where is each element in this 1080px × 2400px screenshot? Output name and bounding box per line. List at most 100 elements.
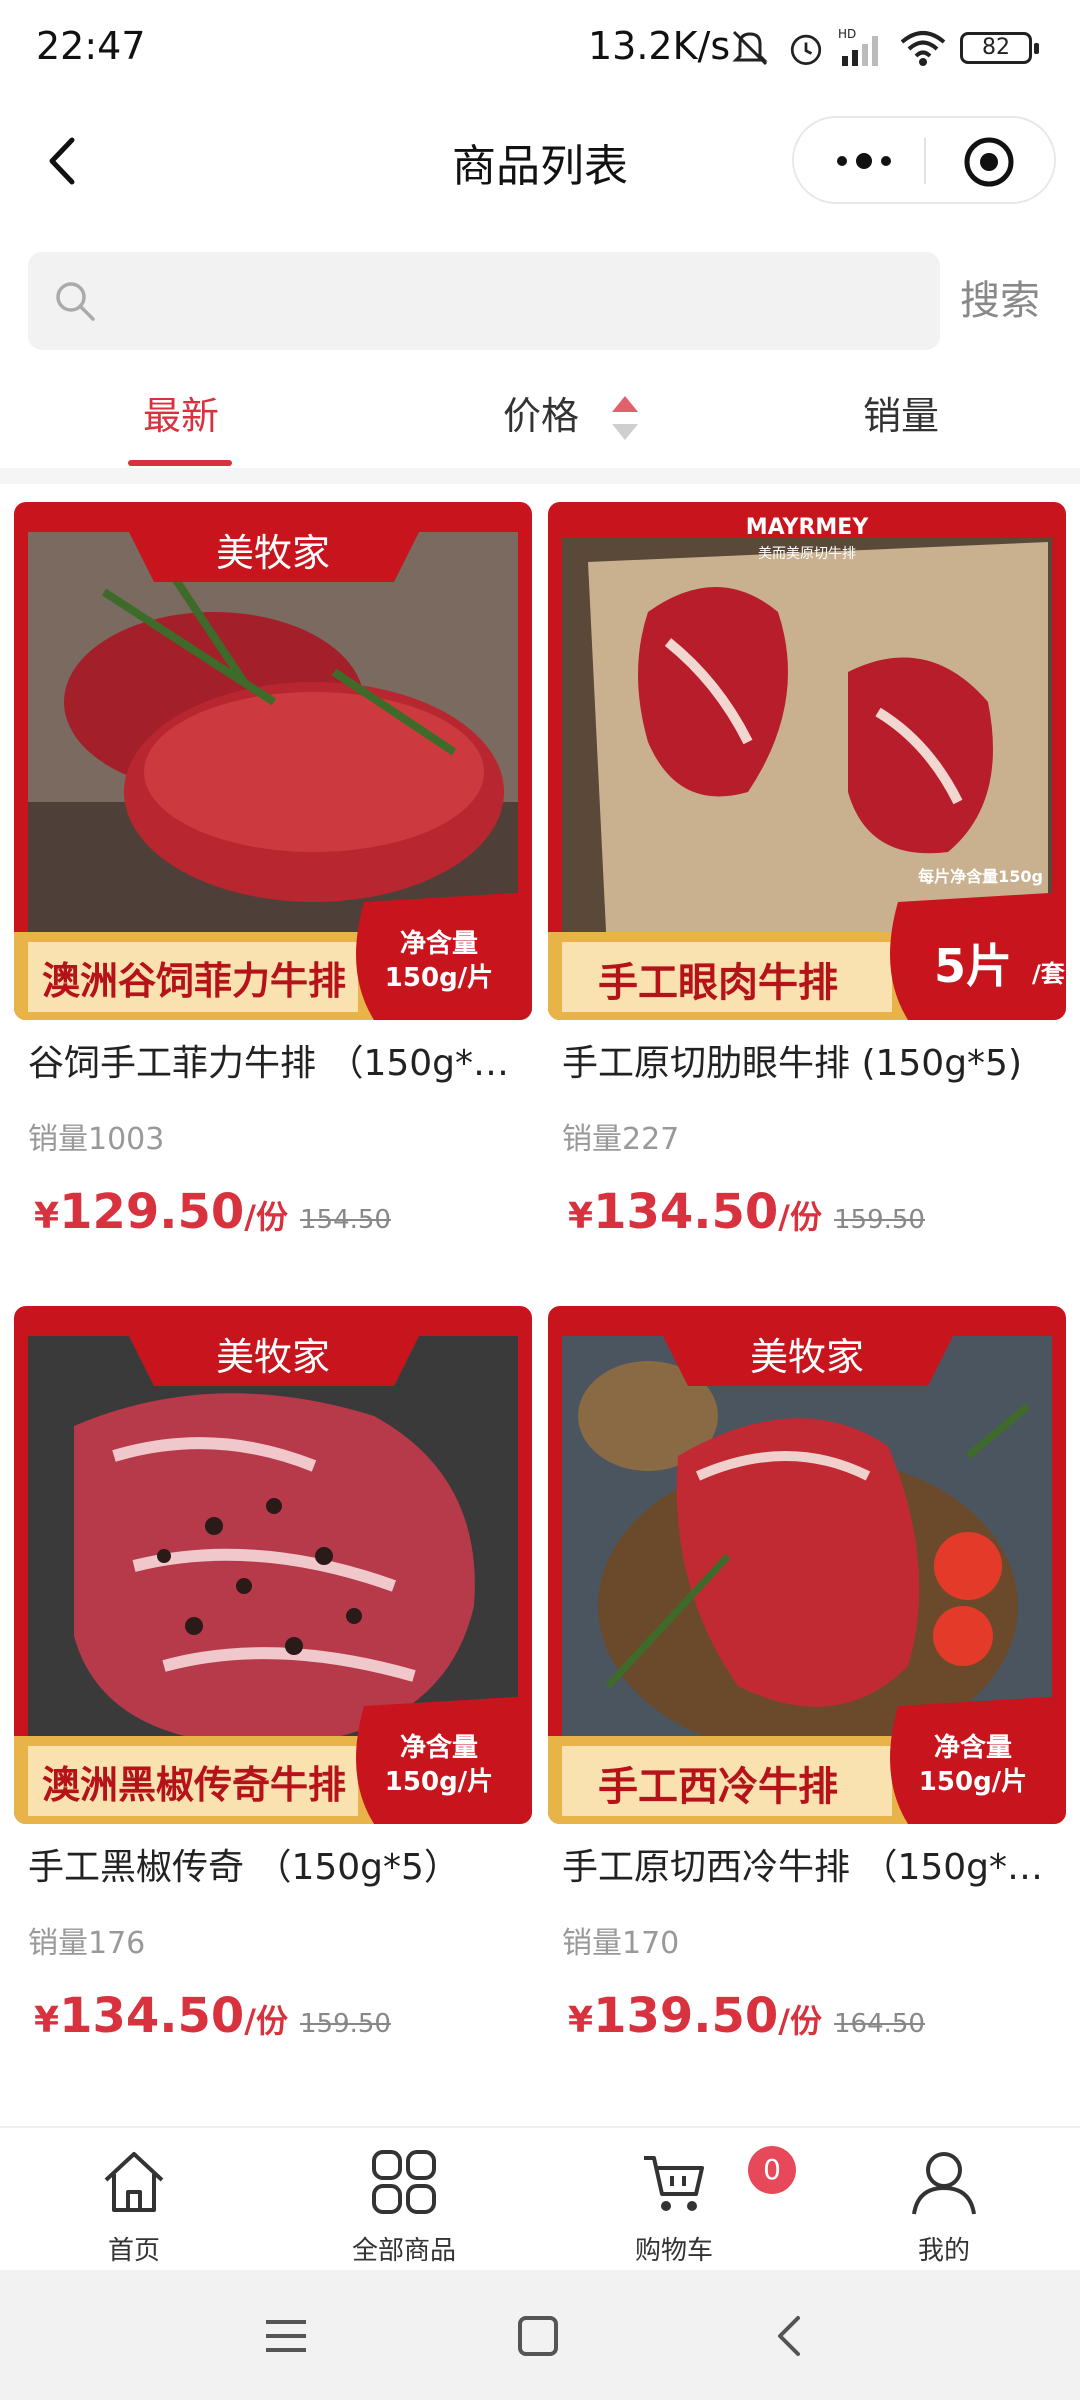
price-unit: /份 bbox=[244, 2002, 288, 2040]
price-unit: /份 bbox=[244, 1198, 288, 1236]
tabbar-item-cart[interactable]: 购物车 bbox=[574, 2138, 774, 2268]
product-card[interactable]: 美牧家 澳洲谷饲菲力牛排 净含量 150g/片 谷饲手工菲力牛排 （150g*5… bbox=[14, 502, 532, 1292]
price-row: ¥134.50/份 159.50 bbox=[568, 1184, 925, 1254]
product-card[interactable]: 美牧家 澳洲黑椒传奇牛排 净含量 150g/片 手工黑椒传奇 （150g*5） … bbox=[14, 1306, 532, 2096]
svg-text:HD: HD bbox=[838, 27, 856, 41]
home-square-icon[interactable] bbox=[510, 2308, 566, 2364]
product-price: 139.50 bbox=[593, 1988, 779, 2044]
alarm-icon bbox=[790, 34, 822, 65]
recent-apps-icon[interactable] bbox=[258, 2308, 314, 2364]
sort-tabs: 最新 价格 销量 bbox=[0, 364, 1080, 468]
product-card[interactable]: MAYRMEY 美而美原切牛排 每片净含量150g 手工眼肉牛排 5片 /套 手… bbox=[548, 502, 1066, 1292]
mute-icon bbox=[732, 30, 768, 66]
badge-line1: 净含量 bbox=[934, 1732, 1012, 1763]
product-title[interactable]: 手工原切肋眼牛排 (150g*5) bbox=[562, 1034, 1062, 1086]
user-icon bbox=[912, 2152, 976, 2215]
tab-price[interactable]: 价格 bbox=[503, 364, 579, 468]
product-image[interactable]: 美牧家 澳洲黑椒传奇牛排 净含量 150g/片 bbox=[14, 1306, 532, 1824]
cart-count-badge: 0 bbox=[748, 2146, 796, 2194]
nav-bar: 商品列表 bbox=[0, 96, 1080, 224]
banner-text: 澳洲黑椒传奇牛排 bbox=[42, 1763, 346, 1807]
product-sales: 销量1003 bbox=[28, 1122, 165, 1157]
capsule-divider bbox=[924, 138, 926, 184]
original-price: 159.50 bbox=[300, 2009, 391, 2039]
home-icon bbox=[104, 2152, 164, 2212]
price-row: ¥134.50/份 159.50 bbox=[34, 1988, 391, 2058]
price-row: ¥139.50/份 164.50 bbox=[568, 1988, 925, 2058]
product-image[interactable]: MAYRMEY 美而美原切牛排 每片净含量150g 手工眼肉牛排 5片 /套 bbox=[548, 502, 1066, 1020]
product-image[interactable]: 美牧家 手工西冷牛排 净含量 150g/片 bbox=[548, 1306, 1066, 1824]
original-price: 154.50 bbox=[300, 1205, 391, 1235]
close-target-icon[interactable] bbox=[959, 132, 1019, 192]
product-title[interactable]: 谷饲手工菲力牛排 （150g*5） bbox=[28, 1034, 528, 1086]
battery-icon: 82 bbox=[960, 32, 1039, 64]
badge-line1: 净含量 bbox=[400, 1732, 478, 1763]
product-photo-ribeye: MAYRMEY 美而美原切牛排 每片净含量150g 手工眼肉牛排 5片 /套 bbox=[548, 502, 1066, 1020]
brand-text: 美牧家 bbox=[216, 531, 330, 575]
mini-program-capsule bbox=[792, 116, 1056, 204]
currency-symbol: ¥ bbox=[568, 1196, 594, 1237]
tabbar-item-mine[interactable]: 我的 bbox=[844, 2138, 1044, 2268]
active-tab-underline bbox=[128, 460, 232, 466]
badge-line2: /套 bbox=[1032, 960, 1066, 988]
badge-line2: 150g/片 bbox=[385, 963, 493, 993]
product-photo-sirloin: 美牧家 手工西冷牛排 净含量 150g/片 bbox=[548, 1306, 1066, 1824]
badge-line1: 净含量 bbox=[400, 928, 478, 959]
brand-text: 美牧家 bbox=[750, 1335, 864, 1379]
back-triangle-icon[interactable] bbox=[762, 2308, 818, 2364]
tabbar-label: 全部商品 bbox=[351, 2236, 456, 2266]
wifi-icon bbox=[900, 31, 946, 66]
product-image[interactable]: 美牧家 澳洲谷饲菲力牛排 净含量 150g/片 bbox=[14, 502, 532, 1020]
banner-text: 手工眼肉牛排 bbox=[598, 960, 838, 1006]
currency-symbol: ¥ bbox=[34, 1196, 60, 1237]
search-button[interactable]: 搜索 bbox=[960, 270, 1070, 332]
banner-text: 澳洲谷饲菲力牛排 bbox=[42, 959, 346, 1003]
more-dots-icon[interactable] bbox=[824, 136, 904, 186]
tabbar-label: 购物车 bbox=[634, 2236, 713, 2266]
currency-symbol: ¥ bbox=[34, 2000, 60, 2041]
status-bar: 22:47 13.2K/s HD 82 bbox=[0, 0, 1080, 96]
product-price: 134.50 bbox=[59, 1988, 245, 2044]
cart-icon bbox=[644, 2156, 704, 2211]
grid-icon bbox=[372, 2150, 436, 2214]
price-unit: /份 bbox=[778, 2002, 822, 2040]
original-price: 164.50 bbox=[834, 2009, 925, 2039]
product-price: 134.50 bbox=[593, 1184, 779, 1240]
search-icon bbox=[56, 282, 95, 321]
signal-hd-icon: HD bbox=[838, 27, 878, 66]
bottom-tab-bar: 首页 全部商品 购物车 0 我的 bbox=[0, 2126, 1080, 2270]
brand-sub-text: 美而美原切牛排 bbox=[758, 546, 856, 562]
brand-text: MAYRMEY bbox=[746, 515, 870, 540]
product-title[interactable]: 手工黑椒传奇 （150g*5） bbox=[28, 1838, 528, 1890]
price-unit: /份 bbox=[778, 1198, 822, 1236]
network-speed: 13.2K/s bbox=[588, 24, 731, 68]
product-photo-pepper: 美牧家 澳洲黑椒传奇牛排 净含量 150g/片 bbox=[14, 1306, 532, 1824]
badge-line1: 5片 bbox=[934, 939, 1012, 993]
product-photo-fillet: 美牧家 澳洲谷饲菲力牛排 净含量 150g/片 bbox=[14, 502, 532, 1020]
product-sales: 销量170 bbox=[562, 1926, 680, 1961]
brand-text: 美牧家 bbox=[216, 1335, 330, 1379]
badge-line2: 150g/片 bbox=[919, 1767, 1027, 1797]
product-title[interactable]: 手工原切西冷牛排 （150g*5） bbox=[562, 1838, 1062, 1890]
product-sales: 销量176 bbox=[28, 1926, 146, 1961]
tabbar-label: 首页 bbox=[107, 2236, 160, 2266]
tab-sales[interactable]: 销量 bbox=[863, 364, 939, 468]
search-input[interactable] bbox=[114, 252, 924, 350]
original-price: 159.50 bbox=[834, 1205, 925, 1235]
banner-text: 手工西冷牛排 bbox=[598, 1764, 838, 1810]
badge-line2: 150g/片 bbox=[385, 1767, 493, 1797]
tab-latest[interactable]: 最新 bbox=[143, 364, 219, 468]
currency-symbol: ¥ bbox=[568, 2000, 594, 2041]
price-row: ¥129.50/份 154.50 bbox=[34, 1184, 391, 1254]
search-box bbox=[28, 252, 940, 350]
system-nav-bar bbox=[0, 2270, 1080, 2400]
corner-note: 每片净含量150g bbox=[918, 867, 1043, 886]
tabbar-label: 我的 bbox=[917, 2236, 970, 2266]
sort-arrows-icon[interactable] bbox=[608, 392, 642, 444]
section-separator bbox=[0, 468, 1080, 484]
tabbar-item-home[interactable]: 首页 bbox=[34, 2138, 234, 2268]
tabbar-item-all-products[interactable]: 全部商品 bbox=[304, 2138, 504, 2268]
status-time: 22:47 bbox=[36, 24, 146, 68]
product-price: 129.50 bbox=[59, 1184, 245, 1240]
product-card[interactable]: 美牧家 手工西冷牛排 净含量 150g/片 手工原切西冷牛排 （150g*5） … bbox=[548, 1306, 1066, 2096]
